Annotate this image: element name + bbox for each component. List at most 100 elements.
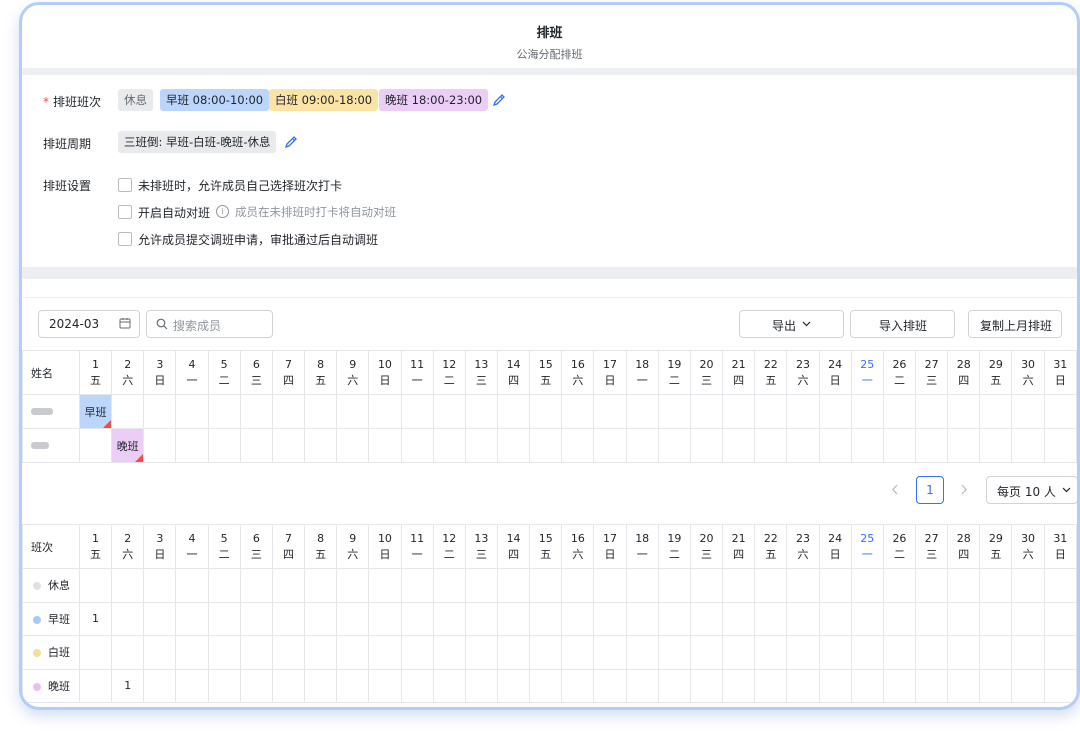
info-icon[interactable]: i (216, 205, 229, 218)
schedule-cell[interactable] (336, 394, 370, 429)
schedule-cell[interactable]: 早班 (78, 394, 113, 429)
count-cell (207, 635, 241, 670)
schedule-cell[interactable] (657, 394, 691, 429)
schedule-cell[interactable] (947, 394, 981, 429)
schedule-cell[interactable] (754, 428, 788, 463)
schedule-cell[interactable] (1011, 394, 1045, 429)
schedule-cell[interactable] (400, 428, 434, 463)
cycle-tag[interactable]: 三班倒: 早班-白班-晚班-休息 (118, 131, 277, 153)
schedule-cell[interactable] (207, 428, 241, 463)
schedule-cell[interactable] (271, 428, 306, 463)
schedule-cell[interactable] (915, 394, 949, 429)
import-button[interactable]: 导入排班 (850, 310, 955, 338)
schedule-cell[interactable] (271, 394, 306, 429)
schedule-cell[interactable] (143, 394, 177, 429)
schedule-cell[interactable] (336, 428, 370, 463)
schedule-cell[interactable] (818, 428, 852, 463)
shift-header: 班次 (22, 524, 80, 569)
shift-row-label: 白班 (22, 635, 80, 670)
export-button[interactable]: 导出 (739, 310, 844, 338)
day-number: 14 (506, 531, 521, 545)
schedule-cell[interactable] (175, 394, 209, 429)
shift-tag-morning[interactable]: 早班 08:00-10:00 (160, 89, 270, 111)
schedule-cell[interactable] (111, 394, 145, 429)
edit-cycle-icon[interactable] (284, 135, 298, 149)
month-picker[interactable]: 2024-03 (38, 310, 140, 338)
schedule-cell[interactable] (143, 428, 177, 463)
schedule-cell[interactable] (368, 428, 402, 463)
option-auto-match-checkbox[interactable] (118, 205, 132, 219)
shift-tag-night[interactable]: 晚班 18:00-23:00 (379, 89, 489, 111)
schedule-cell[interactable] (561, 428, 595, 463)
day-number: 3 (156, 357, 164, 371)
schedule-cell[interactable] (464, 428, 498, 463)
schedule-cell[interactable] (786, 428, 820, 463)
schedule-cell[interactable] (1043, 428, 1077, 463)
schedule-cell[interactable] (850, 394, 884, 429)
schedule-cell[interactable] (78, 428, 113, 463)
schedule-cell[interactable] (593, 428, 627, 463)
schedule-cell[interactable] (689, 428, 724, 463)
shift-tag-rest[interactable]: 休息 (118, 89, 153, 111)
schedule-cell[interactable] (175, 428, 209, 463)
schedule-cell[interactable] (625, 394, 659, 429)
page-size-select[interactable]: 每页 10 人 (986, 476, 1077, 504)
schedule-cell[interactable] (561, 394, 595, 429)
schedule-cell[interactable] (529, 428, 563, 463)
schedule-cell[interactable] (207, 394, 241, 429)
schedule-cell[interactable] (818, 394, 852, 429)
page-number[interactable]: 1 (916, 476, 944, 504)
schedule-cell[interactable] (239, 394, 273, 429)
option-swap-request-checkbox[interactable] (118, 232, 132, 246)
schedule-cell[interactable] (1011, 428, 1045, 463)
schedule-cell[interactable] (786, 394, 820, 429)
schedule-cell[interactable] (432, 428, 466, 463)
schedule-cell[interactable] (979, 394, 1013, 429)
schedule-cell[interactable] (754, 394, 788, 429)
edit-shifts-icon[interactable] (492, 93, 506, 107)
schedule-cell[interactable] (625, 428, 659, 463)
option-self-select-checkbox[interactable] (118, 178, 132, 192)
schedule-cell[interactable] (368, 394, 402, 429)
schedule-cell[interactable] (496, 428, 531, 463)
weekday: 二 (893, 373, 905, 387)
count-cell (818, 668, 852, 703)
schedule-cell[interactable] (496, 394, 531, 429)
day-number: 21 (731, 531, 746, 545)
schedule-cell[interactable] (304, 428, 338, 463)
schedule-cell[interactable] (304, 394, 338, 429)
schedule-cell[interactable] (882, 394, 917, 429)
schedule-cell[interactable] (432, 394, 466, 429)
next-page-icon[interactable] (960, 484, 968, 495)
shift-tag-day[interactable]: 白班 09:00-18:00 (269, 89, 379, 111)
schedule-cell[interactable] (882, 428, 917, 463)
schedule-cell[interactable] (529, 394, 563, 429)
schedule-cell[interactable] (400, 394, 434, 429)
schedule-cell[interactable] (722, 428, 756, 463)
weekday: 二 (218, 373, 230, 387)
schedule-cell[interactable] (722, 394, 756, 429)
schedule-cell[interactable] (239, 428, 273, 463)
schedule-cell[interactable] (689, 394, 724, 429)
schedule-cell[interactable] (915, 428, 949, 463)
schedule-cell[interactable] (657, 428, 691, 463)
day-header: 14 四 (496, 350, 531, 395)
day-header: 26 二 (882, 524, 917, 569)
schedule-cell[interactable] (947, 428, 981, 463)
count-cell (304, 601, 338, 636)
schedule-cell[interactable] (850, 428, 884, 463)
prev-page-icon[interactable] (891, 484, 899, 495)
schedule-cell[interactable]: 晚班 (111, 428, 145, 463)
count-cell (689, 635, 724, 670)
copy-last-month-button[interactable]: 复制上月排班 (968, 310, 1062, 338)
weekday: 六 (347, 547, 359, 561)
page-size-value: 每页 10 人 (997, 485, 1056, 499)
weekday: 四 (508, 373, 520, 387)
count-cell (239, 568, 273, 603)
schedule-cell[interactable] (593, 394, 627, 429)
schedule-cell[interactable] (464, 394, 498, 429)
schedule-cell[interactable] (1043, 394, 1077, 429)
day-number: 24 (828, 531, 843, 545)
member-search[interactable]: 搜索成员 (146, 310, 273, 338)
schedule-cell[interactable] (979, 428, 1013, 463)
